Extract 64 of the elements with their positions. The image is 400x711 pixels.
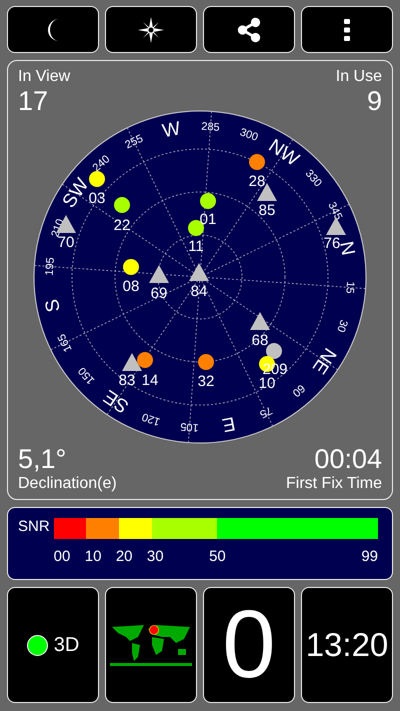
declination-label: Declination(e) — [18, 474, 117, 493]
satellite-number: 01 — [200, 210, 216, 228]
satellite-number: 22 — [114, 216, 130, 234]
bearing-label: 120 — [140, 410, 162, 428]
bearing-label: 300 — [238, 126, 260, 144]
snr-label: SNR — [18, 518, 50, 537]
bearing-label: 285 — [200, 120, 220, 134]
in-use-label: In Use — [336, 67, 382, 86]
share-icon — [236, 16, 262, 42]
map-tile[interactable] — [105, 587, 197, 703]
first-fix-value: 00:04 — [314, 444, 382, 474]
night-mode-button[interactable] — [7, 6, 99, 53]
satellite-number: 28 — [248, 172, 266, 190]
compass-direction: NE — [308, 344, 340, 378]
share-button[interactable] — [203, 6, 295, 53]
first-fix-label: First Fix Time — [286, 474, 382, 493]
satellite-number: 14 — [142, 372, 158, 389]
snr-tick-label: 50 — [209, 548, 226, 566]
fix-type: 3D — [54, 634, 80, 656]
bearing-label: 195 — [44, 256, 57, 276]
speed-tile[interactable]: 0 — [203, 587, 295, 703]
bearing-label: 255 — [123, 132, 146, 152]
satellite-number: 84 — [190, 282, 208, 300]
bearing-label: 75 — [258, 404, 274, 420]
compass-direction: W — [160, 118, 182, 142]
more-icon — [344, 18, 350, 40]
satellite-number: 69 — [150, 284, 168, 302]
satellite-number: 85 — [258, 202, 276, 219]
compass-direction: E — [220, 412, 237, 436]
menu-button[interactable] — [301, 6, 393, 53]
snr-tick-label: 20 — [116, 548, 133, 566]
satellite-number: 10 — [258, 374, 276, 392]
snr-tick-label: 10 — [84, 548, 102, 566]
in-view-label: In View — [18, 67, 70, 86]
snr-tick-label: 30 — [146, 548, 164, 566]
in-view-count: 17 — [18, 86, 48, 116]
bearing-label: 150 — [76, 364, 98, 386]
satellite-number: 32 — [198, 372, 214, 390]
compass-button[interactable] — [105, 6, 197, 53]
satellite-number: 03 — [88, 190, 106, 207]
bearing-label: 30 — [334, 318, 350, 334]
bearing-label: 240 — [90, 153, 112, 174]
speed-value: 0 — [222, 595, 276, 695]
in-use-count: 9 — [366, 86, 382, 116]
compass-direction: S — [42, 297, 65, 314]
satellite-number: 08 — [122, 278, 140, 295]
satellite-number: 11 — [188, 238, 204, 255]
snr-tick-label: 00 — [54, 548, 70, 566]
bearing-label: 15 — [343, 280, 356, 294]
satellite-number: 68 — [252, 332, 268, 349]
clock-time: 13:20 — [306, 626, 388, 664]
bearing-label: 60 — [290, 382, 308, 399]
bearing-label: 165 — [56, 332, 75, 354]
compass-star-icon — [138, 16, 164, 42]
bearing-label: 105 — [180, 420, 200, 434]
satellite-number: 76 — [324, 234, 340, 252]
bearing-label: 345 — [325, 200, 344, 222]
fix-tile[interactable]: 3D — [7, 587, 99, 703]
clock-tile[interactable]: 13:20 — [301, 587, 393, 703]
moon-icon — [48, 18, 58, 40]
snr-tick-label: 99 — [361, 548, 378, 566]
bearing-label: 330 — [302, 168, 324, 190]
declination-value: 5,1° — [18, 444, 66, 474]
compass-direction: NW — [264, 136, 303, 171]
